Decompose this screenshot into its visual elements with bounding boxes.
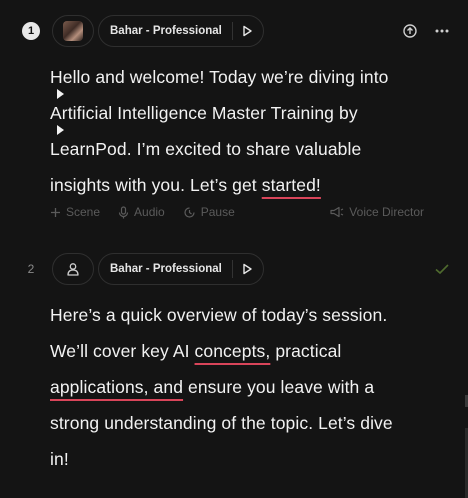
voice-selector[interactable]: Bahar - Professional — [98, 253, 264, 285]
more-options-icon[interactable] — [434, 23, 450, 39]
script-line: applications, and ensure you leave with … — [50, 377, 375, 397]
plus-icon — [51, 207, 60, 217]
underlined-word: applications, and — [50, 377, 184, 397]
segment-2-script-text[interactable]: Here’s a quick overview of today’s sessi… — [50, 297, 435, 477]
segment-1-script-text[interactable]: Hello and welcome! Today we’re diving in… — [50, 59, 435, 203]
script-line: Here’s a quick overview of today’s sessi… — [50, 305, 388, 325]
add-scene-button[interactable]: Scene — [50, 205, 100, 219]
script-line: in! — [50, 449, 69, 469]
voice-avatar-button[interactable] — [52, 15, 94, 47]
script-line: Hello and welcome! Today we’re diving in… — [50, 67, 389, 87]
audio-button[interactable]: Audio — [118, 205, 165, 219]
avatar — [63, 21, 83, 41]
segment-status — [434, 262, 450, 276]
script-line: strong understanding of the topic. Let’s… — [50, 413, 393, 433]
play-icon[interactable] — [241, 25, 253, 37]
voice-avatar-button[interactable] — [52, 253, 94, 285]
play-icon[interactable] — [241, 263, 253, 275]
voice-label: Bahar - Professional — [110, 263, 222, 275]
pause-marker-icon[interactable] — [57, 89, 64, 99]
underlined-word: started! — [261, 175, 321, 195]
segment-1-toolbar: Scene Audio Pause Voice Director — [50, 202, 424, 222]
script-line: Artificial Intelligence Master Training … — [50, 103, 358, 123]
voice-label: Bahar - Professional — [110, 25, 222, 37]
script-line: LearnPod. I’m excited to share valuable — [50, 139, 362, 159]
segment-number: 2 — [27, 262, 35, 276]
megaphone-icon — [330, 206, 344, 218]
underlined-word: concepts, — [194, 341, 271, 361]
user-icon — [67, 263, 79, 276]
segment-number-badge: 1 — [22, 22, 40, 40]
pause-button[interactable]: Pause — [183, 205, 235, 219]
script-line: We’ll cover key AI concepts, practical — [50, 341, 342, 361]
pause-clock-icon — [184, 206, 195, 218]
pause-marker-icon[interactable] — [57, 125, 64, 135]
segment-actions — [402, 23, 450, 39]
segment-2-header: 2 Bahar - Professional — [22, 253, 450, 285]
regenerate-icon[interactable] — [402, 23, 418, 39]
voice-director-button[interactable]: Voice Director — [330, 205, 424, 219]
check-icon — [434, 262, 450, 276]
voice-selector[interactable]: Bahar - Professional — [98, 15, 264, 47]
script-line: insights with you. Let’s get started! — [50, 175, 321, 195]
microphone-icon — [118, 205, 129, 218]
segment-1-header: 1 Bahar - Professional — [22, 15, 450, 47]
